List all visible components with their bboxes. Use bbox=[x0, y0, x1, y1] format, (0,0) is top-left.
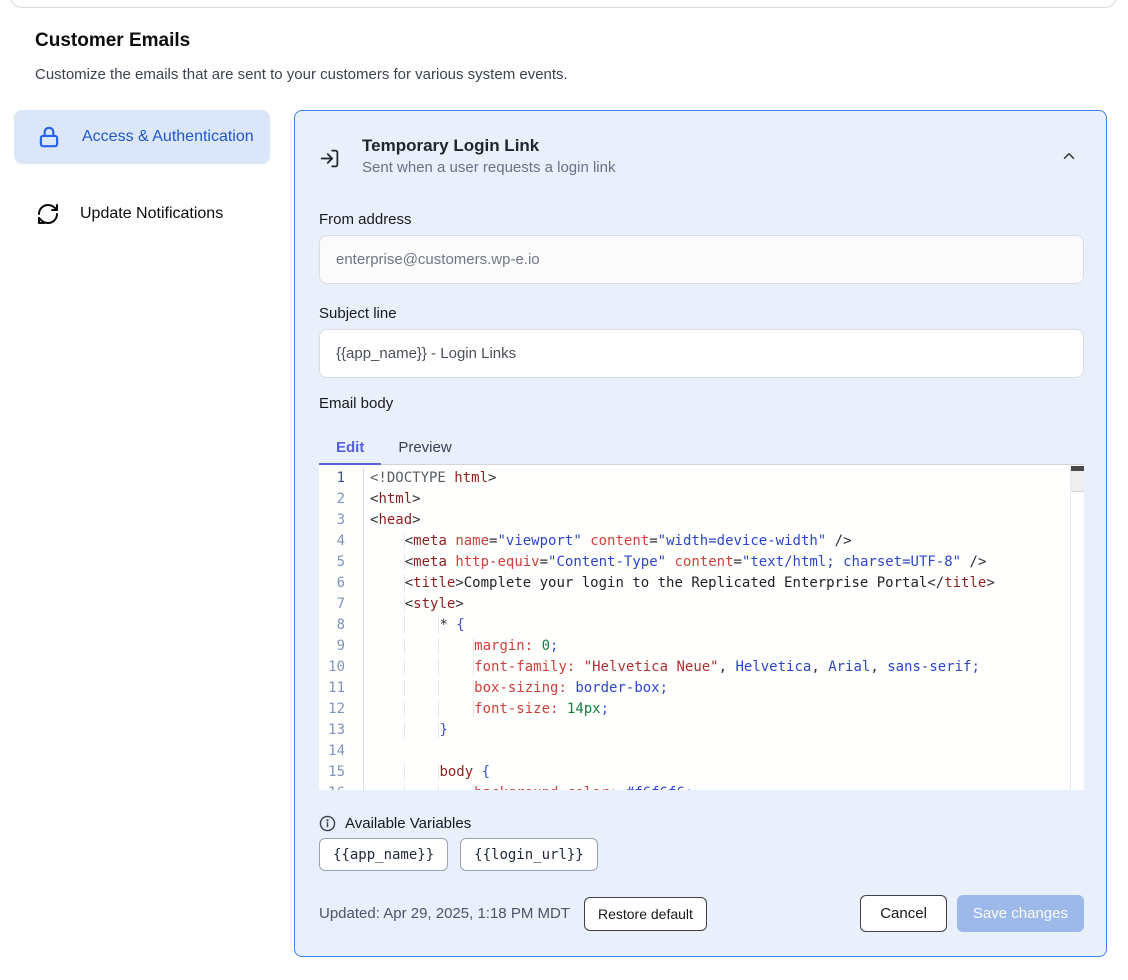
line-number: 8 bbox=[319, 615, 364, 636]
line-number: 7 bbox=[319, 594, 364, 615]
variable-chips: {{app_name}} {{login_url}} bbox=[319, 838, 1082, 871]
available-variables-label: Available Variables bbox=[345, 815, 471, 832]
page-title: Customer Emails bbox=[35, 30, 190, 52]
line-number: 4 bbox=[319, 531, 364, 552]
collapse-button[interactable] bbox=[1056, 143, 1082, 172]
temporary-login-link-panel: Temporary Login Link Sent when a user re… bbox=[294, 110, 1107, 957]
subject-line-label: Subject line bbox=[319, 305, 1082, 327]
line-number: 11 bbox=[319, 678, 364, 699]
panel-header-text: Temporary Login Link Sent when a user re… bbox=[362, 135, 615, 179]
email-types-sidebar: Access & Authentication Update Notificat… bbox=[14, 110, 270, 240]
email-body-tabs: Edit Preview bbox=[319, 431, 1084, 465]
info-icon bbox=[319, 815, 336, 832]
code-line[interactable]: 5 <meta http-equiv="Content-Type" conten… bbox=[319, 552, 1084, 573]
tab-edit[interactable]: Edit bbox=[319, 431, 381, 464]
code-line[interactable]: 4 <meta name="viewport" content="width=d… bbox=[319, 531, 1084, 552]
code-line[interactable]: 7 <style> bbox=[319, 594, 1084, 615]
available-variables-row: Available Variables bbox=[319, 813, 1082, 833]
from-address-input[interactable] bbox=[319, 235, 1084, 284]
code-line[interactable]: 14 bbox=[319, 741, 1084, 762]
code-line[interactable]: 16 background-color: #f6f6f6; bbox=[319, 783, 1084, 790]
code-line[interactable]: 12 font-size: 14px; bbox=[319, 699, 1084, 720]
panel-subtitle: Sent when a user requests a login link bbox=[362, 157, 615, 179]
line-number: 13 bbox=[319, 720, 364, 741]
code-line[interactable]: 13 } bbox=[319, 720, 1084, 741]
code-line[interactable]: 15 body { bbox=[319, 762, 1084, 783]
subject-line-input[interactable] bbox=[319, 329, 1084, 378]
editor-scrollbar[interactable] bbox=[1070, 465, 1084, 790]
code-line[interactable]: 10 font-family: "Helvetica Neue", Helvet… bbox=[319, 657, 1084, 678]
from-address-label: From address bbox=[319, 211, 1082, 233]
line-number: 9 bbox=[319, 636, 364, 657]
code-line[interactable]: 3<head> bbox=[319, 510, 1084, 531]
chevron-up-icon bbox=[1060, 147, 1078, 168]
code-line[interactable]: 11 box-sizing: border-box; bbox=[319, 678, 1084, 699]
code-line[interactable]: 8 * { bbox=[319, 615, 1084, 636]
sidebar-item-label: Access & Authentication bbox=[82, 125, 254, 149]
variable-chip-app-name[interactable]: {{app_name}} bbox=[319, 838, 448, 871]
login-icon bbox=[319, 148, 340, 169]
variable-chip-login-url[interactable]: {{login_url}} bbox=[460, 838, 598, 871]
code-line[interactable]: 9 margin: 0; bbox=[319, 636, 1084, 657]
line-number: 5 bbox=[319, 552, 364, 573]
line-number: 12 bbox=[319, 699, 364, 720]
code-line[interactable]: 6 <title>Complete your login to the Repl… bbox=[319, 573, 1084, 594]
sidebar-item-update-notifications[interactable]: Update Notifications bbox=[14, 188, 270, 240]
panel-header: Temporary Login Link Sent when a user re… bbox=[319, 135, 1082, 179]
line-number: 6 bbox=[319, 573, 364, 594]
restore-default-button[interactable]: Restore default bbox=[584, 897, 707, 931]
lock-icon bbox=[36, 124, 62, 150]
line-number: 2 bbox=[319, 489, 364, 510]
save-changes-button[interactable]: Save changes bbox=[957, 895, 1084, 932]
sidebar-item-label: Update Notifications bbox=[80, 202, 223, 226]
code-line[interactable]: 2<html> bbox=[319, 489, 1084, 510]
tab-preview[interactable]: Preview bbox=[381, 431, 468, 464]
refresh-icon bbox=[36, 202, 60, 226]
customer-emails-page: Customer Emails Customize the emails tha… bbox=[0, 0, 1128, 980]
panel-footer: Updated: Apr 29, 2025, 1:18 PM MDT Resto… bbox=[319, 895, 1084, 932]
previous-card-edge bbox=[10, 0, 1117, 8]
line-number: 15 bbox=[319, 762, 364, 783]
line-number: 16 bbox=[319, 783, 364, 790]
editor-scrollbar-corner bbox=[1071, 471, 1084, 492]
sidebar-item-access-authentication[interactable]: Access & Authentication bbox=[14, 110, 270, 164]
page-subtitle: Customize the emails that are sent to yo… bbox=[35, 66, 568, 83]
line-number: 1 bbox=[319, 468, 364, 489]
updated-timestamp: Updated: Apr 29, 2025, 1:18 PM MDT bbox=[319, 905, 570, 922]
panel-title: Temporary Login Link bbox=[362, 135, 615, 157]
code-editor-lines[interactable]: 1<!DOCTYPE html>2<html>3<head>4 <meta na… bbox=[319, 465, 1084, 790]
code-editor[interactable]: 1<!DOCTYPE html>2<html>3<head>4 <meta na… bbox=[319, 465, 1084, 790]
email-body-label: Email body bbox=[319, 395, 1082, 417]
line-number: 3 bbox=[319, 510, 364, 531]
line-number: 14 bbox=[319, 741, 364, 762]
cancel-button[interactable]: Cancel bbox=[860, 895, 947, 932]
line-number: 10 bbox=[319, 657, 364, 678]
code-line[interactable]: 1<!DOCTYPE html> bbox=[319, 468, 1084, 489]
